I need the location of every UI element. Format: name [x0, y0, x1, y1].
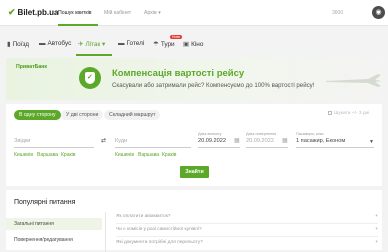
tab-tours[interactable]: ☂ Тури — [153, 40, 175, 49]
calendar-icon[interactable]: ▦ — [234, 137, 240, 144]
plane-icon: ✈ — [78, 41, 84, 48]
depart-label: Дата вильоту — [198, 132, 222, 136]
tab-active-indicator — [76, 54, 112, 56]
faq-question[interactable]: Як оплатити авіаквиток? + — [116, 214, 378, 219]
nav-archive[interactable]: Архів ▾ — [144, 10, 161, 16]
phone-number[interactable]: 3600 — [332, 10, 343, 16]
faq-question-text: Які документи потрібні для перельоту? — [116, 240, 203, 245]
faq-section: Популярні питання Загальні питання Повер… — [6, 190, 382, 252]
tab-label: Готелі — [126, 40, 145, 47]
banner-title: Компенсація вартості рейсу — [112, 68, 245, 79]
promo-banner[interactable]: ПриватБанк ✓ Компенсація вартості рейсу … — [6, 58, 382, 100]
nav-search-tickets[interactable]: Пошук квитків — [58, 10, 92, 16]
check-icon: ✓ — [87, 74, 93, 81]
quick-from-warsaw[interactable]: Варшава — [37, 152, 58, 158]
trip-multi-city[interactable]: Складний маршрут — [104, 110, 161, 120]
quick-from-krakow[interactable]: Краків — [61, 152, 75, 158]
tab-label: Поїзд — [12, 40, 30, 48]
compare-checkbox[interactable] — [328, 111, 332, 115]
passengers-field[interactable]: Пасажири, клас 1 пасажир, Економ — [296, 132, 374, 148]
passengers-label: Пасажири, клас — [296, 132, 324, 136]
faq-question-text: Як оплатити авіаквиток? — [116, 214, 171, 219]
site-logo[interactable]: ✔ Bilet.pb.ua — [8, 7, 58, 18]
tour-icon: ☂ — [153, 41, 159, 48]
plus-icon: + — [375, 214, 378, 219]
tab-label: Кіно — [191, 40, 204, 48]
top-bar: ✔ Bilet.pb.ua Пошук квитків Мій кабінет … — [0, 0, 388, 26]
new-badge: Нове — [170, 35, 183, 39]
user-icon: ◉ — [375, 9, 382, 16]
to-field[interactable]: Куди — [115, 132, 191, 148]
quick-to-warsaw[interactable]: Варшава — [138, 152, 159, 158]
trip-one-way[interactable]: В одну сторону — [14, 110, 61, 120]
depart-value: 20.09.2022 — [198, 138, 226, 144]
find-button[interactable]: Знайти — [180, 166, 209, 178]
faq-question[interactable]: Чи є комісія у разі самостійної купівлі?… — [116, 227, 378, 232]
tab-plane[interactable]: ✈ Літак ▾ — [78, 40, 105, 48]
airplane-illustration — [326, 74, 382, 87]
tab-bus[interactable]: ▬ Автобус — [39, 40, 71, 47]
flight-search-form: В одну сторону У дві сторони Складний ма… — [6, 104, 382, 186]
divider — [116, 223, 378, 224]
tab-label: Літак ▾ — [85, 41, 106, 48]
quick-to-krakow[interactable]: Краків — [162, 152, 176, 158]
faq-nav-returns[interactable]: Повернення/редагування — [6, 234, 102, 246]
leaf-icon: ✔ — [8, 7, 16, 17]
to-placeholder: Куди — [115, 138, 128, 144]
compare-dates-label: Шукати +/- 3 дні — [334, 111, 370, 116]
bed-icon: ▬ — [118, 40, 125, 47]
faq-divider — [105, 212, 106, 252]
passengers-value: 1 пасажир, Економ — [296, 138, 346, 144]
nav-active-indicator — [58, 24, 98, 26]
quick-from-kishinev[interactable]: Кишинів — [14, 152, 33, 158]
quick-to-kishinev[interactable]: Кишинів — [115, 152, 134, 158]
tab-label: Тури — [160, 40, 175, 48]
user-avatar[interactable]: ◉ — [372, 6, 385, 19]
shield-icon: ✓ — [79, 67, 101, 89]
from-field[interactable]: Звідки — [14, 132, 94, 148]
bank-logo: ПриватБанк — [16, 64, 47, 70]
calendar-icon[interactable]: ▦ — [282, 137, 288, 144]
from-placeholder: Звідки — [14, 138, 31, 144]
tab-train[interactable]: ▮ Поїзд — [7, 40, 30, 49]
chevron-down-icon[interactable]: ▼ — [369, 139, 374, 145]
tab-label: Автобус — [47, 40, 72, 47]
tab-cinema[interactable]: ▣ Кіно — [183, 40, 204, 49]
swap-direction-button[interactable]: ⇄ — [98, 136, 109, 146]
faq-nav-general[interactable]: Загальні питання — [6, 218, 102, 230]
train-icon: ▮ — [7, 41, 11, 48]
plus-icon: + — [375, 240, 378, 245]
return-value: 20.09.2022 — [246, 138, 274, 144]
faq-question-text: Чи є комісія у разі самостійної купівлі? — [116, 227, 202, 232]
faq-title: Популярні питання — [14, 199, 76, 206]
banner-subtitle: Скасували або затримали рейс? Компенсуєм… — [112, 82, 315, 89]
bus-icon: ▬ — [39, 40, 46, 47]
nav-my-cabinet[interactable]: Мій кабінет — [104, 10, 131, 16]
return-label: Дата повернення — [246, 132, 277, 136]
tab-hotels[interactable]: ▬ Готелі — [118, 40, 144, 47]
cinema-icon: ▣ — [183, 41, 190, 48]
divider — [116, 236, 378, 237]
trip-round-trip[interactable]: У дві сторони — [61, 110, 104, 120]
transport-tabs: ▮ Поїзд ▬ Автобус ✈ Літак ▾ ▬ Готелі ☂ Тури Н… — [0, 34, 388, 56]
faq-question[interactable]: Які документи потрібні для перельоту? + — [116, 240, 378, 245]
logo-text: Bilet.pb.ua — [17, 8, 59, 17]
swap-icon: ⇄ — [100, 138, 107, 144]
plus-icon: + — [375, 227, 378, 232]
